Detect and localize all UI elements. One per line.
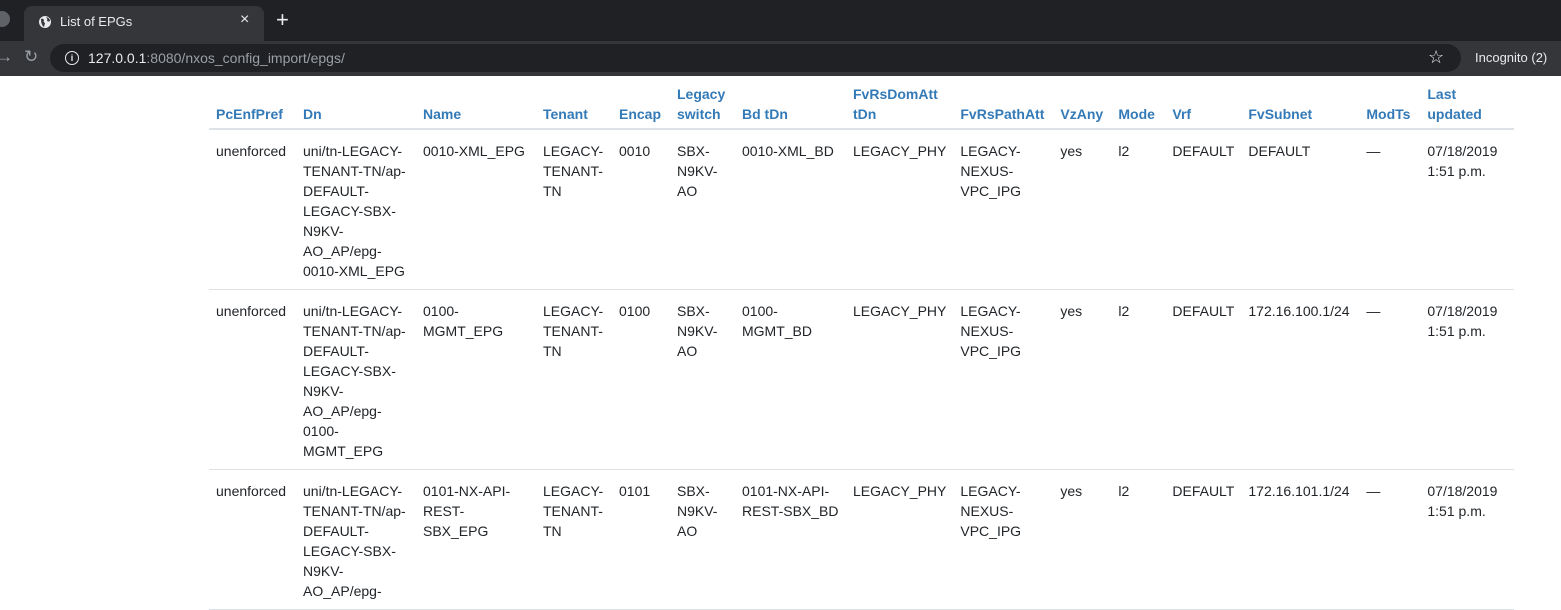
col-header-fvrspathatt[interactable]: FvRsPathAtt xyxy=(953,80,1054,130)
cell-tenant: LEGACY-TENANT-TN xyxy=(536,129,612,290)
cell-fvsubnet: 172.16.101.1/24 xyxy=(1241,469,1360,610)
col-header-tenant[interactable]: Tenant xyxy=(536,80,612,130)
col-header-encap[interactable]: Encap xyxy=(612,80,670,130)
cell-fvrsdomatt-tdn: LEGACY_PHY xyxy=(846,469,954,610)
star-icon[interactable]: ☆ xyxy=(1428,47,1444,68)
col-header-name[interactable]: Name xyxy=(416,80,536,130)
cell-last-updated: 07/18/2019 1:51 p.m. xyxy=(1420,469,1515,610)
cell-dn: uni/tn-LEGACY-TENANT-TN/ap-DEFAULT-LEGAC… xyxy=(296,289,416,470)
info-icon[interactable]: i xyxy=(65,51,79,65)
cell-modts: — xyxy=(1359,129,1421,290)
col-header-fvsubnet[interactable]: FvSubnet xyxy=(1241,80,1360,130)
cell-fvsubnet: 172.16.100.1/24 xyxy=(1241,289,1360,470)
url-host: 127.0.0.1 xyxy=(88,50,147,66)
globe-icon xyxy=(39,16,51,28)
cell-vrf: DEFAULT xyxy=(1165,289,1242,470)
incognito-label[interactable]: Incognito (2) xyxy=(1475,50,1547,65)
cell-vzany: yes xyxy=(1053,129,1112,290)
cell-legacy-switch: SBX-N9KV-AO xyxy=(670,469,735,610)
cell-tenant: LEGACY-TENANT-TN xyxy=(536,469,612,610)
browser-tab-bar: List of EPGs × + xyxy=(0,0,1561,41)
cell-fvrspathatt: LEGACY-NEXUS-VPC_IPG xyxy=(953,129,1054,290)
cell-fvrspathatt: LEGACY-NEXUS-VPC_IPG xyxy=(953,289,1054,470)
col-header-dn[interactable]: Dn xyxy=(296,80,416,130)
cell-dn: uni/tn-LEGACY-TENANT-TN/ap-DEFAULT-LEGAC… xyxy=(296,469,416,610)
url-text[interactable]: 127.0.0.1:8080/nxos_config_import/epgs/ xyxy=(88,50,345,66)
cell-encap: 0100 xyxy=(612,289,670,470)
address-bar[interactable]: i 127.0.0.1:8080/nxos_config_import/epgs… xyxy=(50,44,1461,72)
cell-modts: — xyxy=(1359,469,1421,610)
col-header-bd-tdn[interactable]: Bd tDn xyxy=(735,80,846,130)
col-header-last-updated[interactable]: Last updated xyxy=(1420,80,1515,130)
cell-mode: l2 xyxy=(1111,469,1166,610)
cell-dn: uni/tn-LEGACY-TENANT-TN/ap-DEFAULT-LEGAC… xyxy=(296,129,416,290)
cell-last-updated: 07/18/2019 1:51 p.m. xyxy=(1420,289,1515,470)
cell-fvrsdomatt-tdn: LEGACY_PHY xyxy=(846,129,954,290)
cell-pcenfpref: unenforced xyxy=(209,129,296,290)
col-header-mode[interactable]: Mode xyxy=(1111,80,1166,130)
cell-vzany: yes xyxy=(1053,289,1112,470)
col-header-pcenfpref[interactable]: PcEnfPref xyxy=(209,80,296,130)
col-header-fvrsdomatt-tdn[interactable]: FvRsDomAtt tDn xyxy=(846,80,954,130)
cell-name: 0101-NX-API-REST-SBX_EPG xyxy=(416,469,536,610)
cell-pcenfpref: unenforced xyxy=(209,469,296,610)
cell-vzany: yes xyxy=(1053,469,1112,610)
cell-legacy-switch: SBX-N9KV-AO xyxy=(670,129,735,290)
url-path: :8080/nxos_config_import/epgs/ xyxy=(146,50,345,66)
window-control-dot[interactable] xyxy=(0,11,10,27)
cell-vrf: DEFAULT xyxy=(1165,129,1242,290)
cell-encap: 0010 xyxy=(612,129,670,290)
col-header-vzany[interactable]: VzAny xyxy=(1053,80,1112,130)
reload-icon[interactable]: ↻ xyxy=(24,48,38,66)
cell-encap: 0101 xyxy=(612,469,670,610)
browser-toolbar: → ↻ i 127.0.0.1:8080/nxos_config_import/… xyxy=(0,41,1561,76)
cell-mode: l2 xyxy=(1111,289,1166,470)
cell-bd-tdn: 0101-NX-API-REST-SBX_BD xyxy=(735,469,846,610)
epg-table: PcEnfPref Dn Name Tenant Encap Legacy sw… xyxy=(209,80,1515,610)
cell-name: 0010-XML_EPG xyxy=(416,129,536,290)
table-row: unenforced uni/tn-LEGACY-TENANT-TN/ap-DE… xyxy=(209,129,1515,290)
back-icon[interactable]: → xyxy=(0,48,13,66)
cell-fvrspathatt: LEGACY-NEXUS-VPC_IPG xyxy=(953,469,1054,610)
col-header-legacy-switch[interactable]: Legacy switch xyxy=(670,80,735,130)
table-row: unenforced uni/tn-LEGACY-TENANT-TN/ap-DE… xyxy=(209,289,1515,470)
cell-fvsubnet: DEFAULT xyxy=(1241,129,1360,290)
plus-icon[interactable]: + xyxy=(276,9,289,31)
cell-name: 0100-MGMT_EPG xyxy=(416,289,536,470)
tab-title: List of EPGs xyxy=(60,14,133,29)
browser-tab[interactable]: List of EPGs × xyxy=(24,6,264,41)
cell-modts: — xyxy=(1359,289,1421,470)
cell-mode: l2 xyxy=(1111,129,1166,290)
col-header-modts[interactable]: ModTs xyxy=(1359,80,1421,130)
cell-last-updated: 07/18/2019 1:51 p.m. xyxy=(1420,129,1515,290)
cell-legacy-switch: SBX-N9KV-AO xyxy=(670,289,735,470)
cell-vrf: DEFAULT xyxy=(1165,469,1242,610)
cell-tenant: LEGACY-TENANT-TN xyxy=(536,289,612,470)
cell-bd-tdn: 0010-XML_BD xyxy=(735,129,846,290)
col-header-vrf[interactable]: Vrf xyxy=(1165,80,1242,130)
cell-fvrsdomatt-tdn: LEGACY_PHY xyxy=(846,289,954,470)
cell-pcenfpref: unenforced xyxy=(209,289,296,470)
table-header-row: PcEnfPref Dn Name Tenant Encap Legacy sw… xyxy=(209,80,1515,130)
cell-bd-tdn: 0100-MGMT_BD xyxy=(735,289,846,470)
table-row: unenforced uni/tn-LEGACY-TENANT-TN/ap-DE… xyxy=(209,469,1515,610)
close-icon[interactable]: × xyxy=(240,12,249,28)
